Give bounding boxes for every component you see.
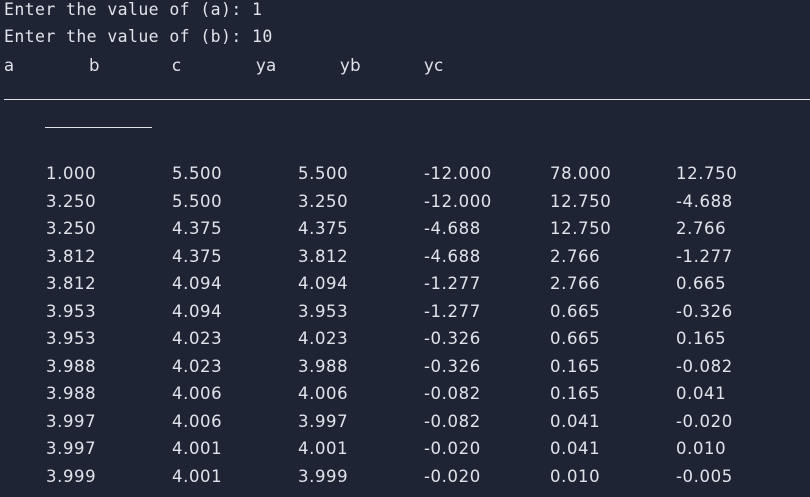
cell-yb: 0.010 — [550, 466, 601, 486]
cell-yc: 2.766 — [676, 219, 727, 238]
table-row: 3.250 5.500 3.250 -12.000 12.750 -4.688 — [0, 192, 810, 220]
cell-yb: 78.000 — [550, 164, 612, 183]
cell-b: 4.006 — [172, 411, 223, 431]
cell-yc: -1.277 — [676, 246, 733, 266]
table-row: 3.250 4.375 4.375 -4.688 12.750 2.766 — [0, 219, 810, 247]
cell-c: 4.023 — [298, 329, 349, 348]
cell-ya: -0.326 — [424, 356, 481, 376]
cell-ya: -0.082 — [424, 411, 481, 431]
cell-ya: -4.688 — [424, 246, 481, 266]
header-b: b — [89, 56, 100, 75]
cell-ya: -12.000 — [424, 191, 492, 211]
table-row: 3.953 4.094 3.953 -1.277 0.665 -0.326 — [0, 302, 810, 330]
cell-yc: -0.020 — [676, 411, 733, 431]
cell-ya: -1.277 — [424, 301, 481, 321]
cell-c: 3.812 — [298, 246, 349, 266]
prompt-line-a: Enter the value of (a): 1 — [4, 0, 263, 19]
cell-yb: 12.750 — [550, 191, 612, 211]
cell-c: 4.375 — [298, 219, 349, 238]
cell-yc: -0.082 — [676, 356, 733, 376]
table-row: 3.953 4.023 4.023 -0.326 0.665 0.165 — [0, 329, 810, 357]
cell-b: 5.500 — [172, 191, 223, 211]
cell-yc: 0.665 — [676, 274, 727, 293]
cell-a: 1.000 — [46, 164, 97, 183]
header-ya: ya — [256, 56, 277, 75]
table-row: 3.988 4.006 4.006 -0.082 0.165 0.041 — [0, 384, 810, 412]
cell-b: 4.094 — [172, 301, 223, 321]
cell-c: 5.500 — [298, 164, 349, 183]
cell-c: 3.997 — [298, 411, 349, 431]
prompt-line-b: Enter the value of (b): 10 — [4, 27, 273, 46]
cell-a: 3.988 — [46, 384, 97, 403]
cell-yb: 0.041 — [550, 411, 601, 431]
table-row: 1.000 5.500 5.500 -12.000 78.000 12.750 — [0, 164, 810, 192]
cell-b: 4.001 — [172, 466, 223, 486]
header-c: c — [172, 56, 182, 75]
cell-c: 3.953 — [298, 301, 349, 321]
cell-ya: -12.000 — [424, 164, 492, 183]
cell-a: 3.250 — [46, 191, 97, 211]
table-row: 3.997 4.001 4.001 -0.020 0.041 0.010 — [0, 439, 810, 467]
terminal-output: Enter the value of (a): 1 Enter the valu… — [0, 0, 810, 497]
cell-yc: -0.005 — [676, 466, 733, 486]
cell-ya: -0.326 — [424, 329, 481, 348]
header-divider — [4, 99, 810, 100]
cell-a: 3.250 — [46, 219, 97, 238]
cell-yb: 0.165 — [550, 384, 601, 403]
header-yb: yb — [340, 56, 362, 75]
results-table: 1.000 5.500 5.500 -12.000 78.000 12.750 3.250 5… — [0, 164, 810, 494]
cell-a: 3.953 — [46, 301, 97, 321]
cell-b: 5.500 — [172, 164, 223, 183]
cell-yb: 0.665 — [550, 329, 601, 348]
cell-b: 4.023 — [172, 356, 223, 376]
cell-yc: 12.750 — [676, 164, 738, 183]
header-yc: yc — [424, 56, 444, 75]
cell-ya: -0.020 — [424, 466, 481, 486]
cell-yb: 0.041 — [550, 439, 601, 458]
cell-b: 4.006 — [172, 384, 223, 403]
cell-yb: 0.165 — [550, 356, 601, 376]
cell-yc: 0.165 — [676, 329, 727, 348]
cell-c: 4.006 — [298, 384, 349, 403]
header-a: a — [4, 56, 15, 75]
cell-b: 4.375 — [172, 219, 223, 238]
table-row: 3.997 4.006 3.997 -0.082 0.041 -0.020 — [0, 412, 810, 440]
cell-a: 3.953 — [46, 329, 97, 348]
cell-b: 4.023 — [172, 329, 223, 348]
cell-yb: 2.766 — [550, 246, 601, 266]
cell-yc: 0.010 — [676, 439, 727, 458]
cell-yb: 2.766 — [550, 274, 601, 293]
cell-ya: -4.688 — [424, 219, 481, 238]
cell-c: 4.094 — [298, 274, 349, 293]
cell-b: 4.001 — [172, 439, 223, 458]
cell-yc: -0.326 — [676, 301, 733, 321]
cell-a: 3.988 — [46, 356, 97, 376]
table-row: 3.812 4.375 3.812 -4.688 2.766 -1.277 — [0, 247, 810, 275]
cell-c: 3.988 — [298, 356, 349, 376]
cell-a: 3.997 — [46, 439, 97, 458]
cell-a: 3.997 — [46, 411, 97, 431]
cell-a: 3.812 — [46, 274, 97, 293]
cell-c: 3.250 — [298, 191, 349, 211]
cell-yb: 0.665 — [550, 301, 601, 321]
cell-c: 3.999 — [298, 466, 349, 486]
cell-a: 3.812 — [46, 246, 97, 266]
cell-yc: -4.688 — [676, 191, 733, 211]
table-row: 3.999 4.001 3.999 -0.020 0.010 -0.005 — [0, 467, 810, 495]
table-row: 3.812 4.094 4.094 -1.277 2.766 0.665 — [0, 274, 810, 302]
cell-b: 4.094 — [172, 274, 223, 293]
cell-ya: -0.020 — [424, 439, 481, 458]
cell-ya: -0.082 — [424, 384, 481, 403]
cell-yb: 12.750 — [550, 219, 612, 238]
cell-a: 3.999 — [46, 466, 97, 486]
cell-yc: 0.041 — [676, 384, 727, 403]
cell-b: 4.375 — [172, 246, 223, 266]
cell-ya: -1.277 — [424, 274, 481, 293]
short-divider — [45, 127, 152, 128]
table-row: 3.988 4.023 3.988 -0.326 0.165 -0.082 — [0, 357, 810, 385]
cell-c: 4.001 — [298, 439, 349, 458]
